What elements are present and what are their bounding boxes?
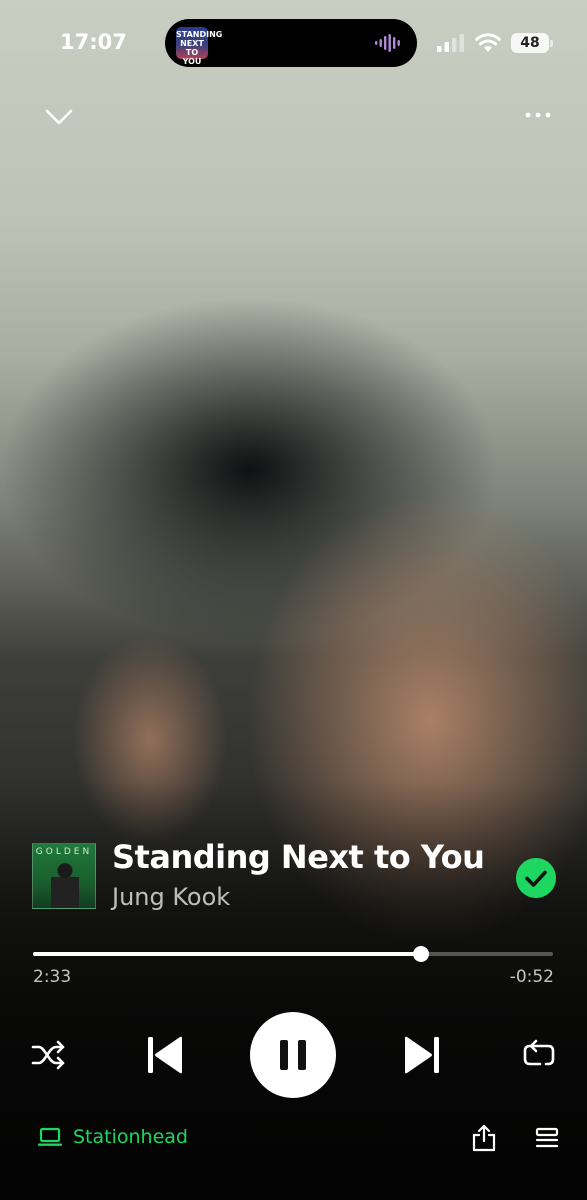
dynamic-island[interactable]: STANDING NEXT TO YOU bbox=[165, 19, 417, 67]
album-art-figure bbox=[51, 862, 79, 908]
skip-previous-icon[interactable] bbox=[143, 1034, 187, 1076]
connect-device-button[interactable]: Stationhead bbox=[37, 1126, 188, 1148]
repeat-icon[interactable] bbox=[520, 1038, 558, 1072]
shuffle-icon[interactable] bbox=[30, 1038, 68, 1072]
island-album-art: STANDING NEXT TO YOU bbox=[176, 27, 222, 66]
battery-indicator: 48 bbox=[511, 33, 553, 53]
audio-wave-icon bbox=[375, 34, 400, 52]
more-horizontal-icon[interactable] bbox=[520, 100, 560, 130]
progress-fill bbox=[33, 952, 421, 956]
chevron-down-icon[interactable] bbox=[42, 100, 76, 134]
share-icon[interactable] bbox=[471, 1124, 497, 1152]
track-title[interactable]: Standing Next to You bbox=[112, 838, 485, 876]
check-circle-icon[interactable] bbox=[516, 858, 556, 898]
wifi-icon bbox=[475, 33, 501, 52]
device-label: Stationhead bbox=[73, 1126, 188, 1148]
status-time: 17:07 bbox=[60, 30, 127, 54]
status-bar: 17:07 STANDING NEXT TO YOU 48 bbox=[0, 0, 587, 90]
progress-knob[interactable] bbox=[412, 946, 429, 962]
pause-button[interactable] bbox=[250, 1012, 336, 1098]
track-artist[interactable]: Jung Kook bbox=[112, 883, 230, 911]
skip-next-icon[interactable] bbox=[400, 1034, 444, 1076]
laptop-icon bbox=[38, 1127, 62, 1146]
elapsed-time: 2:33 bbox=[33, 967, 72, 987]
remaining-time: -0:52 bbox=[509, 967, 554, 987]
album-art-title: GOLDEN bbox=[35, 847, 93, 857]
cellular-signal-icon bbox=[437, 34, 464, 52]
pause-icon bbox=[280, 1040, 306, 1070]
progress-bar[interactable] bbox=[33, 946, 553, 962]
queue-icon[interactable] bbox=[535, 1127, 559, 1149]
album-art[interactable]: GOLDEN bbox=[32, 843, 96, 909]
